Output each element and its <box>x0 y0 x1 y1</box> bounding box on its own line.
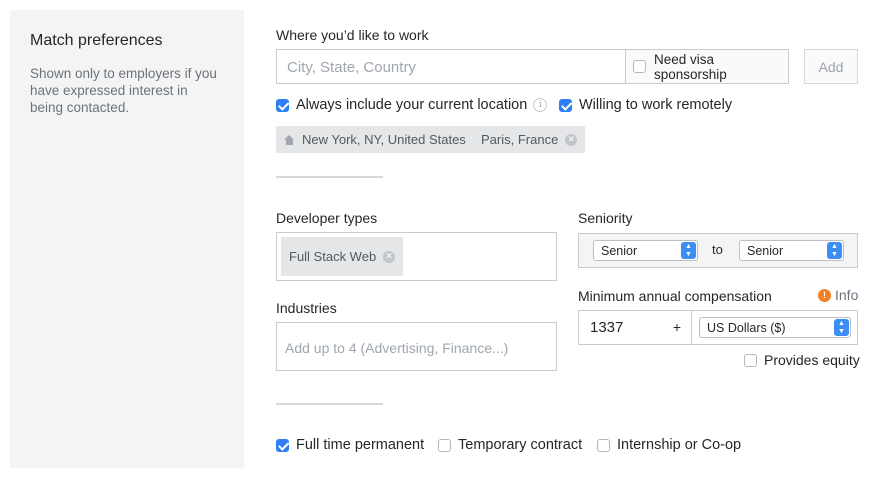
section-title: Match preferences <box>30 32 163 49</box>
remote-work-checkbox[interactable] <box>559 98 572 112</box>
section-divider <box>276 403 383 405</box>
seniority-label: Seniority <box>578 210 633 226</box>
include-current-location-option[interactable]: Always include your current location i <box>276 97 548 113</box>
job-type-label: Internship or Co-op <box>617 437 742 453</box>
info-icon[interactable]: i <box>533 98 548 112</box>
job-type-label: Full time permanent <box>296 437 425 453</box>
location-tag-label: New York, NY, United States <box>302 132 466 147</box>
developer-type-tag-label: Full Stack Web <box>289 249 377 264</box>
include-current-location-checkbox[interactable] <box>276 98 289 112</box>
seniority-range: Senior ▲ ▼ to Senior ▲ ▼ <box>578 233 858 268</box>
section-divider <box>276 176 383 178</box>
remove-icon[interactable]: ✕ <box>383 250 396 263</box>
info-link-label: Info <box>835 287 859 303</box>
compensation-info-link[interactable]: ! Info <box>818 287 858 303</box>
seniority-separator: to <box>712 242 723 257</box>
full-time-checkbox[interactable] <box>276 438 289 452</box>
provides-equity-checkbox[interactable] <box>744 353 757 367</box>
visa-sponsorship-label: Need visa sponsorship <box>654 51 727 82</box>
location-placeholder: City, State, Country <box>287 59 416 76</box>
compensation-plus-sign: + <box>672 319 681 335</box>
location-input[interactable]: City, State, Country <box>276 49 626 84</box>
sidebar-panel: Match preferences Shown only to employer… <box>10 10 244 468</box>
visa-sponsorship-checkbox[interactable]: Need visa sponsorship <box>625 49 789 84</box>
job-type-option[interactable]: Full time permanent <box>276 437 424 453</box>
visa-checkbox-box[interactable] <box>633 60 646 73</box>
location-tag: New York, NY, United States <box>276 126 474 153</box>
job-type-label: Temporary contract <box>458 437 583 453</box>
industries-label: Industries <box>276 300 337 316</box>
include-current-location-label: Always include your current location <box>296 97 528 113</box>
home-icon <box>284 134 295 145</box>
seniority-from-select[interactable]: Senior ▲ ▼ <box>593 240 698 261</box>
add-location-button[interactable]: Add <box>804 49 858 84</box>
compensation-amount-value: 1337 <box>590 319 624 336</box>
provides-equity-label: Provides equity <box>764 352 860 368</box>
remote-work-option[interactable]: Willing to work remotely <box>559 97 732 113</box>
seniority-to-value: Senior <box>747 244 784 258</box>
compensation-label: Minimum annual compensation <box>578 288 772 304</box>
compensation-amount-input[interactable]: 1337 + <box>578 310 692 345</box>
temporary-contract-checkbox[interactable] <box>438 438 451 452</box>
select-arrows-icon: ▲ ▼ <box>827 242 842 259</box>
developer-types-input[interactable]: Full Stack Web ✕ <box>276 232 557 281</box>
developer-type-tag: Full Stack Web ✕ <box>281 237 404 276</box>
select-arrows-icon: ▲ ▼ <box>834 319 849 336</box>
industries-input[interactable]: Add up to 4 (Advertising, Finance...) <box>276 322 557 371</box>
remote-work-label: Willing to work remotely <box>579 97 733 113</box>
seniority-to-select[interactable]: Senior ▲ ▼ <box>739 240 844 261</box>
currency-value: US Dollars ($) <box>707 321 786 335</box>
info-alert-icon: ! <box>818 288 831 302</box>
developer-types-label: Developer types <box>276 210 378 226</box>
industries-placeholder: Add up to 4 (Advertising, Finance...) <box>285 340 509 356</box>
job-type-option[interactable]: Internship or Co-op <box>597 437 741 453</box>
seniority-from-value: Senior <box>601 244 638 258</box>
select-arrows-icon: ▲ ▼ <box>681 242 696 259</box>
remove-icon[interactable]: ✕ <box>565 133 578 146</box>
location-tag-label: Paris, France <box>481 132 559 147</box>
provides-equity-option[interactable]: Provides equity <box>744 352 860 368</box>
job-type-option[interactable]: Temporary contract <box>438 437 582 453</box>
section-description: Shown only to employers if you have expr… <box>30 66 217 115</box>
location-label: Where you’d like to work <box>276 27 429 43</box>
currency-field: US Dollars ($) ▲ ▼ <box>691 310 858 345</box>
currency-select[interactable]: US Dollars ($) ▲ ▼ <box>699 317 851 338</box>
internship-checkbox[interactable] <box>597 438 610 452</box>
location-tag: Paris, France ✕ <box>473 126 586 153</box>
